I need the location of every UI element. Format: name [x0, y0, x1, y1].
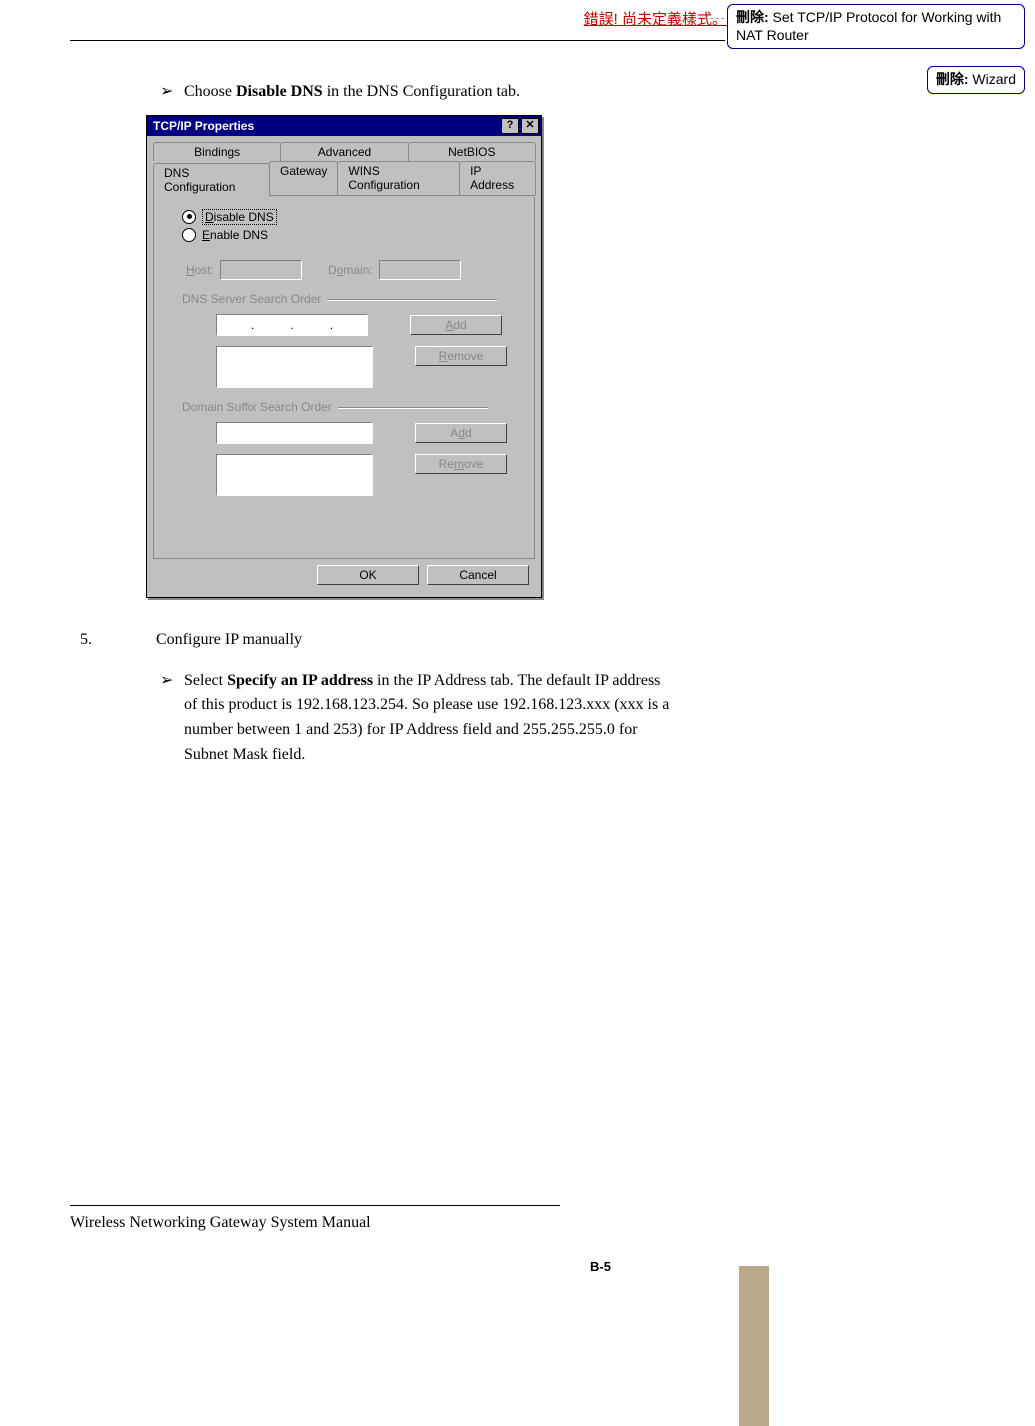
- comment-balloon-1: 刪除: Set TCP/IP Protocol for Working with…: [727, 4, 1025, 49]
- help-button[interactable]: ?: [501, 118, 519, 134]
- ok-button[interactable]: OK: [317, 565, 419, 585]
- dns-list[interactable]: [216, 346, 373, 388]
- radio-enable-label: nable DNS: [210, 228, 268, 242]
- header-rule: [70, 40, 725, 41]
- bullet-post: in the DNS Configuration tab.: [323, 83, 520, 100]
- page-number: B-5: [590, 1259, 611, 1274]
- bullet-disable-dns: ➢ Choose Disable DNS in the DNS Configur…: [160, 80, 700, 105]
- radio-disable-label: isable DNS: [214, 210, 274, 224]
- comment-balloon-2: 刪除: Wizard: [927, 66, 1025, 94]
- comment-label: 刪除:: [936, 71, 969, 87]
- footer-rule: [70, 1205, 560, 1206]
- dns-ip-input[interactable]: . . .: [216, 314, 368, 336]
- tab-advanced[interactable]: Advanced: [280, 142, 408, 161]
- domain-label: Domain:: [328, 263, 373, 277]
- dns-add-button[interactable]: Add: [410, 315, 502, 335]
- radio-disable-dns[interactable]: Disable DNS: [182, 209, 522, 225]
- suffix-add-button[interactable]: Add: [415, 423, 507, 443]
- domain-input[interactable]: [379, 260, 461, 280]
- bullet-specify-ip: ➢ Select Specify an IP address in the IP…: [160, 669, 700, 768]
- radio-dot: [182, 228, 196, 242]
- host-input[interactable]: [220, 260, 302, 280]
- bullet-glyph: ➢: [160, 80, 184, 105]
- domain-suffix-order-label: Domain Suffix Search Order: [182, 400, 522, 414]
- comment-text: Wizard: [969, 71, 1016, 87]
- dialog-title: TCP/IP Properties: [153, 119, 499, 133]
- dns-config-panel: Disable DNS Enable DNS Host: Domain: DNS…: [153, 195, 535, 559]
- bullet-bold: Specify an IP address: [227, 672, 373, 689]
- tab-wins-configuration[interactable]: WINS Configuration: [337, 161, 460, 195]
- bullet-bold: Disable DNS: [236, 83, 323, 100]
- tab-gateway[interactable]: Gateway: [269, 161, 338, 195]
- comment-text: Set TCP/IP Protocol for Working with NAT…: [736, 9, 1001, 43]
- dns-remove-button[interactable]: Remove: [415, 346, 507, 366]
- suffix-remove-button[interactable]: Remove: [415, 454, 507, 474]
- bullet-pre: Select: [184, 672, 227, 689]
- bullet-text: Select Specify an IP address in the IP A…: [184, 669, 700, 768]
- radio-dot-selected: [182, 210, 196, 224]
- tab-netbios[interactable]: NetBIOS: [408, 142, 536, 161]
- tab-bindings[interactable]: Bindings: [153, 142, 281, 161]
- comment-label: 刪除:: [736, 9, 769, 25]
- bullet-text: Choose Disable DNS in the DNS Configurat…: [184, 80, 700, 105]
- dialog-titlebar: TCP/IP Properties ? ✕: [147, 116, 541, 136]
- radio-enable-dns[interactable]: Enable DNS: [182, 228, 522, 242]
- dns-server-order-label: DNS Server Search Order: [182, 292, 522, 306]
- footer-manual-title: Wireless Networking Gateway System Manua…: [70, 1214, 371, 1232]
- step-5-number: 5.: [80, 628, 156, 653]
- cancel-button[interactable]: Cancel: [427, 565, 529, 585]
- tcpip-properties-dialog: TCP/IP Properties ? ✕ Bindings Advanced …: [146, 115, 542, 598]
- bullet-glyph: ➢: [160, 669, 184, 768]
- tabstrip-bottom: DNS Configuration Gateway WINS Configura…: [153, 161, 535, 195]
- host-label: Host:: [186, 263, 214, 277]
- tabstrip-top: Bindings Advanced NetBIOS: [153, 142, 535, 161]
- step-5-title: Configure IP manually: [156, 628, 700, 653]
- tab-ip-address[interactable]: IP Address: [459, 161, 536, 195]
- step-5: 5. Configure IP manually: [80, 628, 700, 653]
- side-tab-decoration: [739, 1266, 769, 1426]
- bullet-pre: Choose: [184, 83, 236, 100]
- close-button[interactable]: ✕: [521, 118, 539, 134]
- suffix-input[interactable]: [216, 422, 373, 444]
- suffix-list[interactable]: [216, 454, 373, 496]
- tab-dns-configuration[interactable]: DNS Configuration: [153, 163, 270, 197]
